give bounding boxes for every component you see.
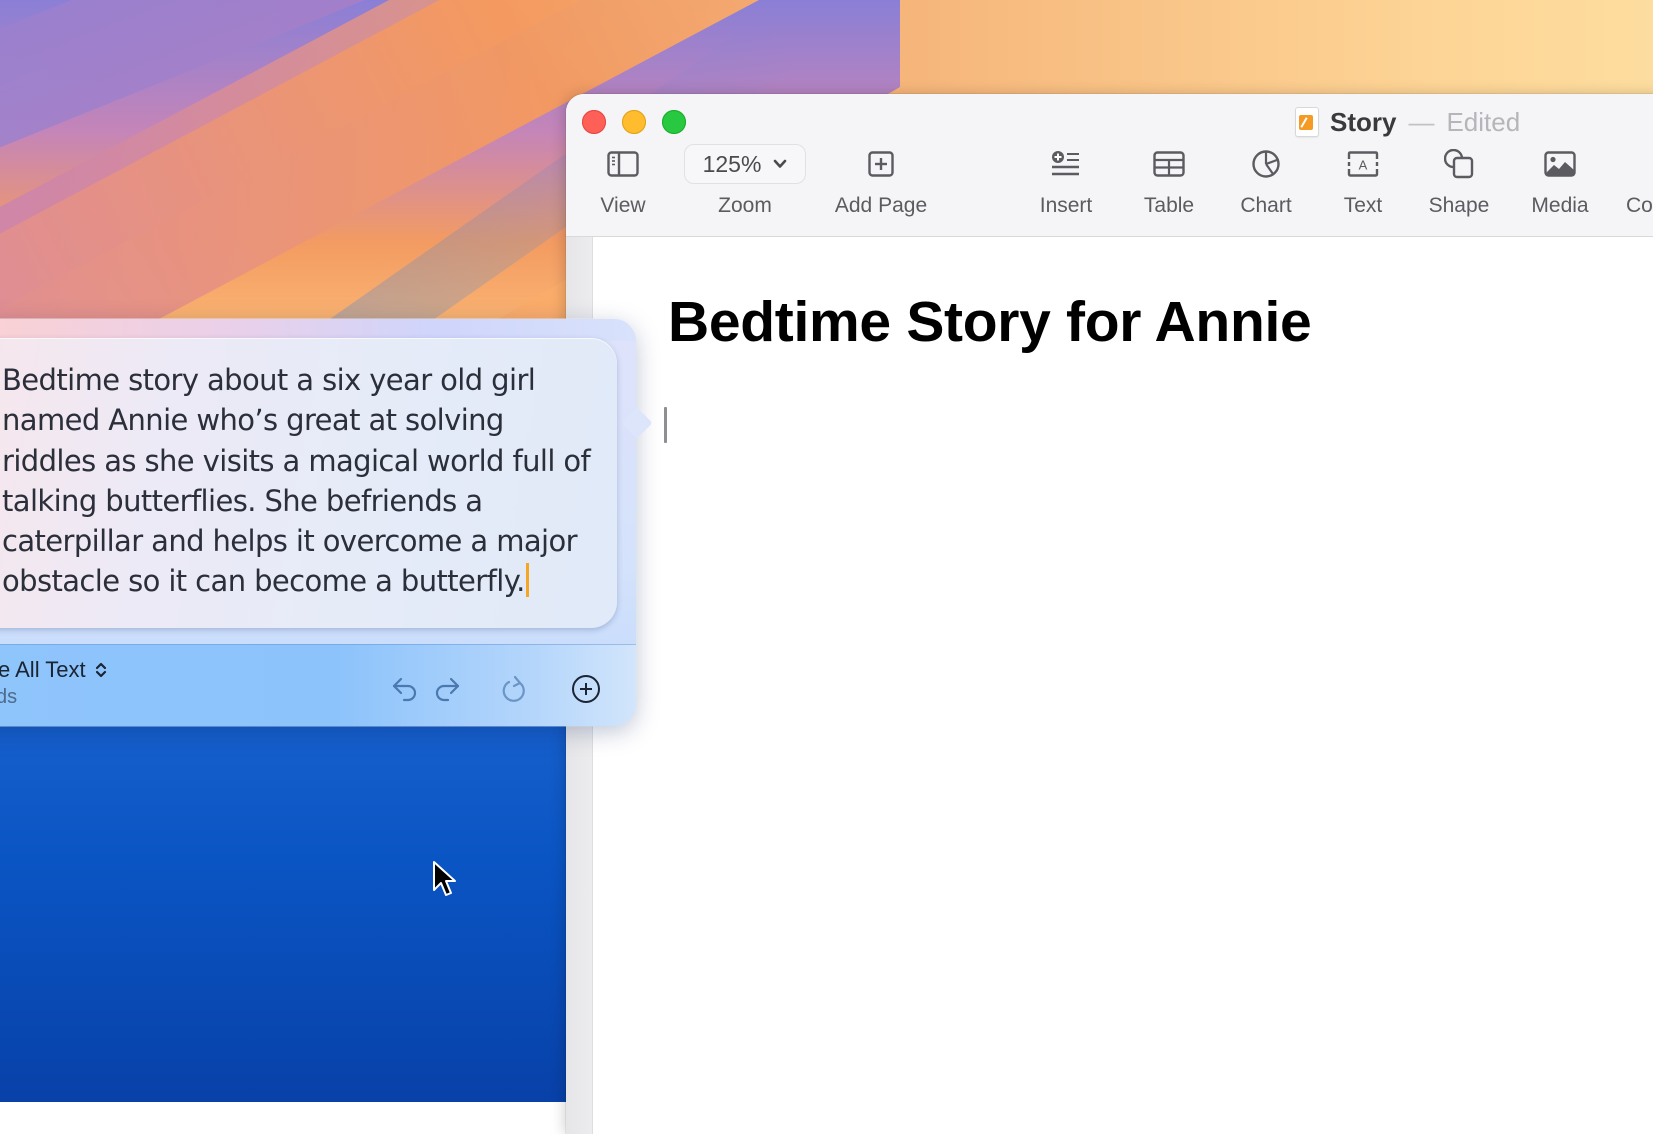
insert-list-icon [1051, 144, 1081, 184]
image-icon [1544, 144, 1576, 184]
text-box-icon: A [1347, 144, 1379, 184]
document-heading[interactable]: Bedtime Story for Annie [668, 289, 1312, 355]
window-title[interactable]: Story — Edited [1296, 104, 1520, 140]
toolbar-zoom[interactable]: 125% Zoom [683, 144, 807, 230]
text-insertion-cursor [664, 407, 667, 443]
shape-icon [1444, 144, 1474, 184]
zoom-select[interactable]: 125% [684, 144, 806, 184]
fullscreen-button[interactable] [662, 110, 686, 134]
toolbar-add-page-button[interactable]: Add Page [829, 144, 933, 230]
toolbar-table-label: Table [1143, 194, 1195, 217]
redo-icon [435, 677, 460, 702]
document-status: Edited [1446, 106, 1521, 137]
prompt-text: Bedtime story about a six year old girl … [2, 363, 591, 599]
toolbar-chart-button[interactable]: Chart [1230, 144, 1302, 230]
pie-chart-icon [1251, 144, 1281, 184]
undo-button[interactable] [388, 672, 422, 706]
title-toolbar: Story — Edited View 125% Zoom Add Page I… [566, 94, 1653, 237]
table-icon [1153, 144, 1185, 184]
toolbar-chart-label: Chart [1240, 194, 1292, 217]
prompt-caret [525, 563, 529, 598]
plus-circle-icon [572, 675, 600, 703]
toolbar-text-label: Text [1343, 194, 1383, 217]
prompt-input[interactable]: Bedtime story about a six year old girl … [2, 360, 602, 602]
toolbar-media-label: Media [1531, 194, 1589, 217]
rewrite-mode-select[interactable]: e All Text [0, 657, 107, 683]
document-name: Story [1330, 106, 1397, 137]
toolbar-zoom-label: Zoom [718, 194, 772, 217]
toolbar-text-button[interactable]: A Text [1338, 144, 1388, 230]
redo-button[interactable] [430, 672, 464, 706]
undo-icon [392, 677, 417, 702]
wallpaper-band [900, 0, 1653, 100]
prompt-card[interactable]: Bedtime story about a six year old girl … [0, 338, 617, 628]
chevron-down-icon [774, 159, 787, 168]
refresh-icon [502, 675, 525, 702]
regenerate-button[interactable] [498, 672, 532, 706]
toolbar-media-button[interactable]: Media [1526, 144, 1594, 230]
toolbar-view-button[interactable]: View [594, 144, 652, 230]
toolbar-table-button[interactable]: Table [1136, 144, 1202, 230]
toolbar-comment-label: Co [1626, 194, 1653, 217]
toolbar-comment-button[interactable]: Co [1626, 144, 1653, 230]
toolbar-shape-label: Shape [1428, 194, 1490, 217]
panel-footer: e All Text ds [0, 644, 636, 726]
rewrite-mode-label: e All Text [0, 657, 86, 682]
plus-square-icon [868, 144, 894, 184]
toolbar-view-label: View [600, 194, 646, 217]
close-button[interactable] [582, 110, 606, 134]
minimize-button[interactable] [622, 110, 646, 134]
writing-tools-panel: Bedtime story about a six year old girl … [0, 319, 653, 726]
document-page[interactable]: Bedtime Story for Annie [593, 237, 1653, 1134]
toolbar-insert-label: Insert [1039, 194, 1093, 217]
pages-document-icon [1296, 108, 1318, 136]
sidebar-icon [607, 144, 639, 184]
zoom-value: 125% [702, 150, 762, 177]
chevron-up-down-icon [95, 662, 106, 678]
title-separator: — [1408, 106, 1435, 137]
svg-text:A: A [1359, 158, 1368, 173]
pages-window: Story — Edited View 125% Zoom Add Page I… [566, 94, 1653, 1134]
mouse-pointer-icon [433, 861, 456, 896]
toolbar-shape-button[interactable]: Shape [1424, 144, 1494, 230]
rewrite-mode-sublabel: ds [0, 686, 18, 708]
add-button[interactable] [569, 672, 603, 706]
toolbar-add-page-label: Add Page [834, 194, 928, 217]
toolbar-insert-button[interactable]: Insert [1031, 144, 1101, 230]
